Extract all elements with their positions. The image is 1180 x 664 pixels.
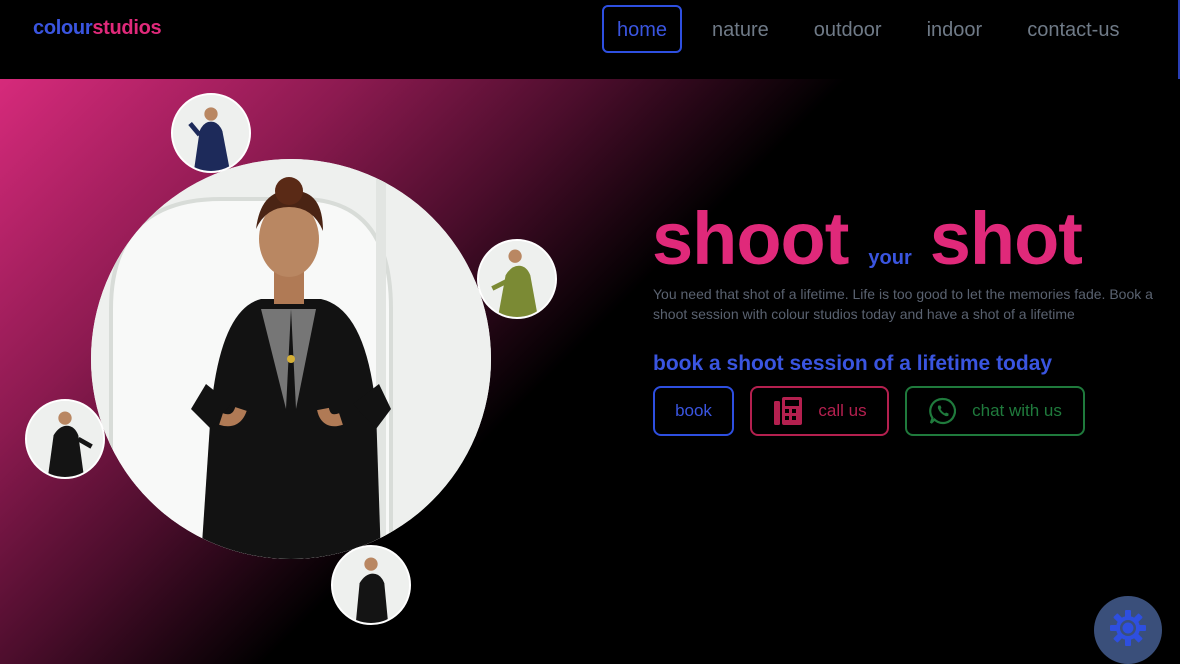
nav-item-nature[interactable]: nature [697,5,784,53]
hero-section: shoot your shot You need that shot of a li… [0,79,1180,664]
hero-tagline: book a shoot session of a lifetime today [653,352,1053,375]
brand-logo[interactable]: colourstudios [33,17,162,40]
call-us-button[interactable]: call us [750,386,889,436]
nav-item-contact-us[interactable]: contact-us [1012,5,1134,53]
main-nav: home nature outdoor indoor contact-us [602,5,1149,53]
hero-headline: shoot your shot [652,196,1083,281]
book-button[interactable]: book [653,386,734,436]
headline-word-shot: shot [929,197,1083,280]
nav-item-outdoor[interactable]: outdoor [799,5,897,53]
thumbnail-photo-2[interactable] [477,239,557,319]
headline-word-your: your [868,247,912,269]
gear-icon [1108,608,1148,653]
thumbnail-photo-1[interactable] [171,93,251,173]
hero-description: You need that shot of a lifetime. Life i… [653,286,1153,322]
chat-with-us-button[interactable]: chat with us [905,386,1085,436]
nav-item-home[interactable]: home [602,5,683,53]
whatsapp-icon [928,396,958,426]
nav-item-indoor[interactable]: indoor [912,5,998,53]
thumbnail-photo-3[interactable] [25,399,105,479]
main-portrait-photo [91,159,491,559]
brand-part-1: colour [33,17,93,39]
call-us-label: call us [818,401,867,420]
theme-toggle-button[interactable] [1094,596,1162,664]
thumbnail-photo-4[interactable] [331,545,411,625]
brand-part-2: studios [92,17,162,39]
top-navbar: colourstudios home nature outdoor indoor… [0,0,1180,79]
phone-icon [772,395,804,427]
headline-word-shoot: shoot [652,197,849,280]
book-button-label: book [675,401,712,420]
chat-with-us-label: chat with us [972,401,1062,420]
